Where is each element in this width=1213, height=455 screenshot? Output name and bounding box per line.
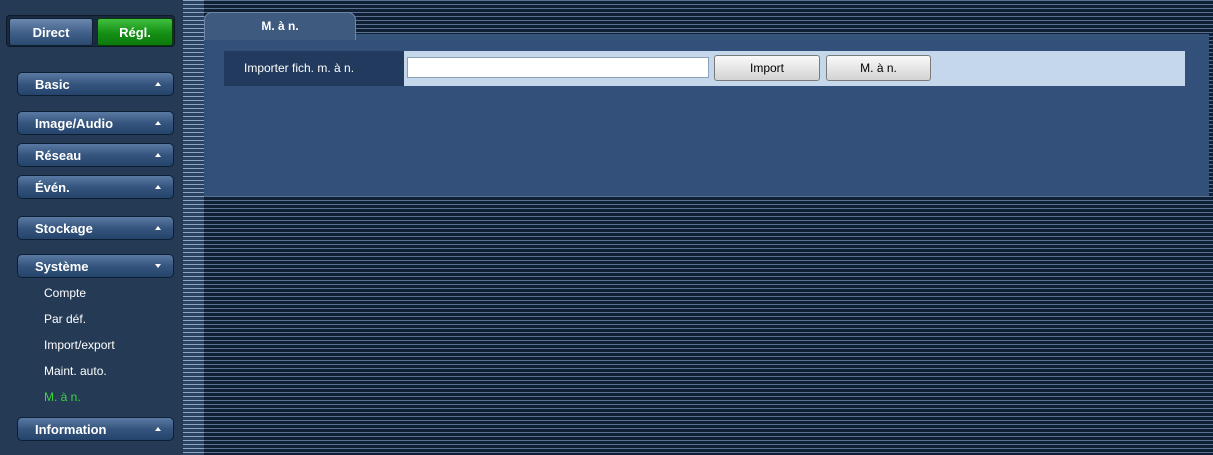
collapse-arrow-icon <box>155 226 161 230</box>
menu-label: Information <box>35 421 107 437</box>
menu-label: Basic <box>35 76 70 92</box>
upgrade-file-label: Importer fich. m. à n. <box>224 51 404 86</box>
menu-label: Système <box>35 258 89 274</box>
divider-strip <box>183 0 204 455</box>
live-view-button[interactable]: Direct <box>9 18 93 46</box>
menu-label: Réseau <box>35 147 82 163</box>
collapse-arrow-icon <box>155 185 161 189</box>
upgrade-file-input[interactable] <box>407 57 709 78</box>
menu-label: Évén. <box>35 179 70 195</box>
sidebar-item-account[interactable]: Compte <box>44 286 86 300</box>
menu-image-audio[interactable]: Image/Audio <box>17 111 174 135</box>
collapse-arrow-icon <box>155 427 161 431</box>
tab-upgrade[interactable]: M. à n. <box>204 12 356 40</box>
menu-system[interactable]: Système <box>17 254 174 278</box>
menu-label: Image/Audio <box>35 115 114 131</box>
menu-events[interactable]: Évén. <box>17 175 174 199</box>
menu-information[interactable]: Information <box>17 417 174 441</box>
sidebar-item-defaults[interactable]: Par déf. <box>44 312 86 326</box>
sidebar-item-upgrade[interactable]: M. à n. <box>44 390 81 404</box>
expand-arrow-icon <box>155 264 161 268</box>
mode-switch: Direct Régl. <box>6 15 175 47</box>
menu-label: Stockage <box>35 220 93 236</box>
app-window: Direct Régl. Basic Image/Audio Réseau Év… <box>0 0 1213 455</box>
import-button[interactable]: Import <box>714 55 820 81</box>
tab-label: M. à n. <box>261 19 299 33</box>
settings-mode-button[interactable]: Régl. <box>97 18 173 46</box>
sidebar: Direct Régl. Basic Image/Audio Réseau Év… <box>0 0 183 455</box>
sidebar-item-import-export[interactable]: Import/export <box>44 338 115 352</box>
collapse-arrow-icon <box>155 82 161 86</box>
menu-storage[interactable]: Stockage <box>17 216 174 240</box>
upgrade-button[interactable]: M. à n. <box>826 55 931 81</box>
menu-network[interactable]: Réseau <box>17 143 174 167</box>
sidebar-item-auto-maintain[interactable]: Maint. auto. <box>44 364 107 378</box>
menu-basic[interactable]: Basic <box>17 72 174 96</box>
collapse-arrow-icon <box>155 121 161 125</box>
collapse-arrow-icon <box>155 153 161 157</box>
